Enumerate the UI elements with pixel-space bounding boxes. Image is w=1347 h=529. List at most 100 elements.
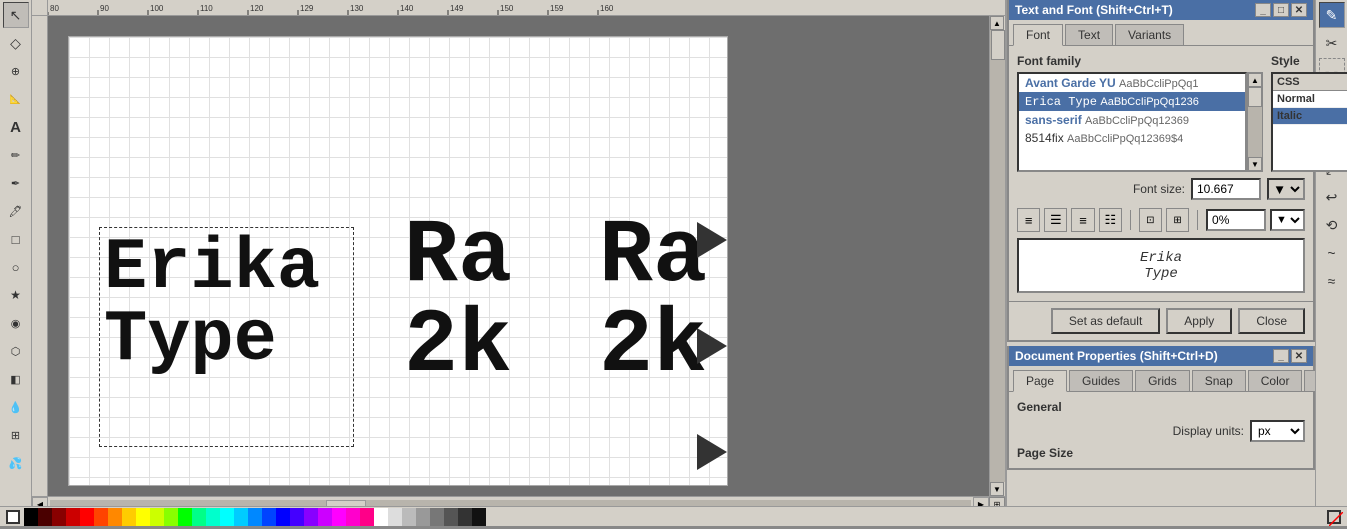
swatch-cyan[interactable] (220, 508, 234, 526)
font-item-sans-serif[interactable]: sans-serif AaBbCcliPpQq12369 (1019, 111, 1245, 129)
spray-tool[interactable]: 💦 (3, 450, 29, 476)
font-item-erica-type[interactable]: Erica Type AaBbCcIiPpQq1236 (1019, 92, 1245, 111)
spiral-tool[interactable]: ◉ (3, 310, 29, 336)
bucket-tool[interactable]: ⬡ (3, 338, 29, 364)
font-list-scroll-thumb[interactable] (1248, 87, 1262, 107)
swatch-red2[interactable] (52, 508, 66, 526)
style-table[interactable]: CSS Face Normal Regular Italic (1271, 72, 1347, 172)
apply-button[interactable]: Apply (1166, 308, 1232, 334)
swatch-red3[interactable] (66, 508, 80, 526)
close-button[interactable]: Close (1238, 308, 1305, 334)
far-right-tool-2[interactable]: ✂ (1319, 30, 1345, 56)
pen-tool[interactable]: ✒ (3, 170, 29, 196)
canvas-scroll[interactable]: ErikaType Ra 2k Ra 2k (48, 16, 1005, 496)
zoom-tool[interactable]: ⊕ (3, 58, 29, 84)
swatch-magenta[interactable] (332, 508, 346, 526)
tab-text[interactable]: Text (1065, 24, 1113, 45)
swatch-violet[interactable] (304, 508, 318, 526)
tab-color[interactable]: Color (1248, 370, 1303, 391)
swatch-teal1[interactable] (192, 508, 206, 526)
align-right-btn[interactable]: ≡ (1071, 208, 1094, 232)
far-right-tool-1[interactable]: ✎ (1319, 2, 1345, 28)
close-btn[interactable]: ✕ (1291, 3, 1307, 17)
align-left-btn[interactable]: ≡ (1017, 208, 1040, 232)
scroll-down-arrow[interactable]: ▼ (990, 482, 1004, 496)
swatch-blue[interactable] (276, 508, 290, 526)
tab-page[interactable]: Page (1013, 370, 1067, 392)
swatch-orange[interactable] (108, 508, 122, 526)
spacing-select[interactable]: ▼ (1270, 209, 1305, 231)
doc-props-minimize[interactable]: _ (1273, 349, 1289, 363)
swatch-red[interactable] (80, 508, 94, 526)
node-tool[interactable]: ◇ (3, 30, 29, 56)
swatch-black[interactable] (24, 508, 38, 526)
selected-text-block[interactable]: ErikaType (99, 227, 354, 447)
scroll-corner-btn[interactable]: ⊞ (989, 497, 1005, 507)
star-tool[interactable]: ★ (3, 282, 29, 308)
connector-tool[interactable]: ⊞ (3, 422, 29, 448)
swatch-pink1[interactable] (346, 508, 360, 526)
horizontal-scroll-thumb[interactable] (326, 500, 366, 507)
rect-tool[interactable]: □ (3, 226, 29, 252)
tab-font[interactable]: Font (1013, 24, 1063, 46)
style-row-italic[interactable]: Italic Italic (1273, 108, 1347, 125)
minimize-btn[interactable]: _ (1255, 3, 1271, 17)
swatch-violet1[interactable] (290, 508, 304, 526)
swatch-gray5[interactable] (444, 508, 458, 526)
set-default-button[interactable]: Set as default (1051, 308, 1160, 334)
tab-guides[interactable]: Guides (1069, 370, 1133, 391)
scroll-up-arrow[interactable]: ▲ (990, 16, 1004, 30)
style-row-normal[interactable]: Normal Regular (1273, 91, 1347, 108)
swatch-green[interactable] (178, 508, 192, 526)
horizontal-scrollbar[interactable]: ◀ ▶ ⊞ (32, 496, 1005, 506)
swatch-gray4[interactable] (430, 508, 444, 526)
swatch-teal2[interactable] (206, 508, 220, 526)
vertical-scrollbar[interactable]: ▲ ▼ (989, 16, 1005, 496)
font-size-dropdown[interactable]: ▼ (1267, 178, 1305, 200)
font-size-input[interactable] (1191, 178, 1261, 200)
pencil-tool[interactable]: ✏ (3, 142, 29, 168)
swatch-blue1[interactable] (234, 508, 248, 526)
font-item-8514fix[interactable]: 8514fix AaBbCcliPpQq12369$4 (1019, 129, 1245, 147)
calligraph-tool[interactable]: 🖊 (3, 198, 29, 224)
far-right-tool-10[interactable]: ≈ (1319, 268, 1345, 294)
swatch-darkgray[interactable] (472, 508, 486, 526)
tab-variants[interactable]: Variants (1115, 24, 1184, 45)
text-tool-btn[interactable]: A (3, 114, 29, 140)
gradient-tool[interactable]: ◧ (3, 366, 29, 392)
tab-grids[interactable]: Grids (1135, 370, 1190, 391)
far-right-tool-9[interactable]: ~ (1319, 240, 1345, 266)
swatch-purple1[interactable] (318, 508, 332, 526)
align-justify-btn[interactable]: ☷ (1099, 208, 1122, 232)
super-subscript-btn2[interactable]: ⊞ (1166, 208, 1189, 232)
swatch-gray2[interactable] (402, 508, 416, 526)
font-list[interactable]: Avant Garde YU AaBbCcliPpQq1 Erica Type … (1017, 72, 1247, 172)
scroll-left-arrow[interactable]: ◀ (32, 497, 48, 507)
swatch-lime1[interactable] (150, 508, 164, 526)
display-units-select[interactable]: px mm cm in pt pc (1250, 420, 1305, 442)
far-right-tool-7[interactable]: ↩ (1319, 184, 1345, 210)
no-color-indicator[interactable] (1327, 510, 1341, 524)
doc-props-close[interactable]: ✕ (1291, 349, 1307, 363)
scroll-thumb-vertical[interactable] (991, 30, 1005, 60)
select-tool[interactable]: ↖ (3, 2, 29, 28)
align-center-btn[interactable]: ☰ (1044, 208, 1067, 232)
swatch-orange1[interactable] (94, 508, 108, 526)
font-item-avant-garde[interactable]: Avant Garde YU AaBbCcliPpQq1 (1019, 74, 1245, 92)
spacing-input[interactable] (1206, 209, 1266, 231)
swatch-darkred[interactable] (38, 508, 52, 526)
color-indicator[interactable] (6, 510, 20, 524)
far-right-tool-8[interactable]: ⟲ (1319, 212, 1345, 238)
swatch-gray1[interactable] (388, 508, 402, 526)
super-subscript-btn1[interactable]: ⊡ (1139, 208, 1162, 232)
swatch-gray3[interactable] (416, 508, 430, 526)
scroll-right-arrow[interactable]: ▶ (973, 497, 989, 507)
dropper-tool[interactable]: 💧 (3, 394, 29, 420)
swatch-blue2[interactable] (248, 508, 262, 526)
swatch-white[interactable] (374, 508, 388, 526)
font-list-scroll-down[interactable]: ▼ (1248, 157, 1262, 171)
maximize-btn[interactable]: □ (1273, 3, 1289, 17)
tab-snap[interactable]: Snap (1192, 370, 1246, 391)
measure-tool[interactable]: 📐 (3, 86, 29, 112)
swatch-gray6[interactable] (458, 508, 472, 526)
